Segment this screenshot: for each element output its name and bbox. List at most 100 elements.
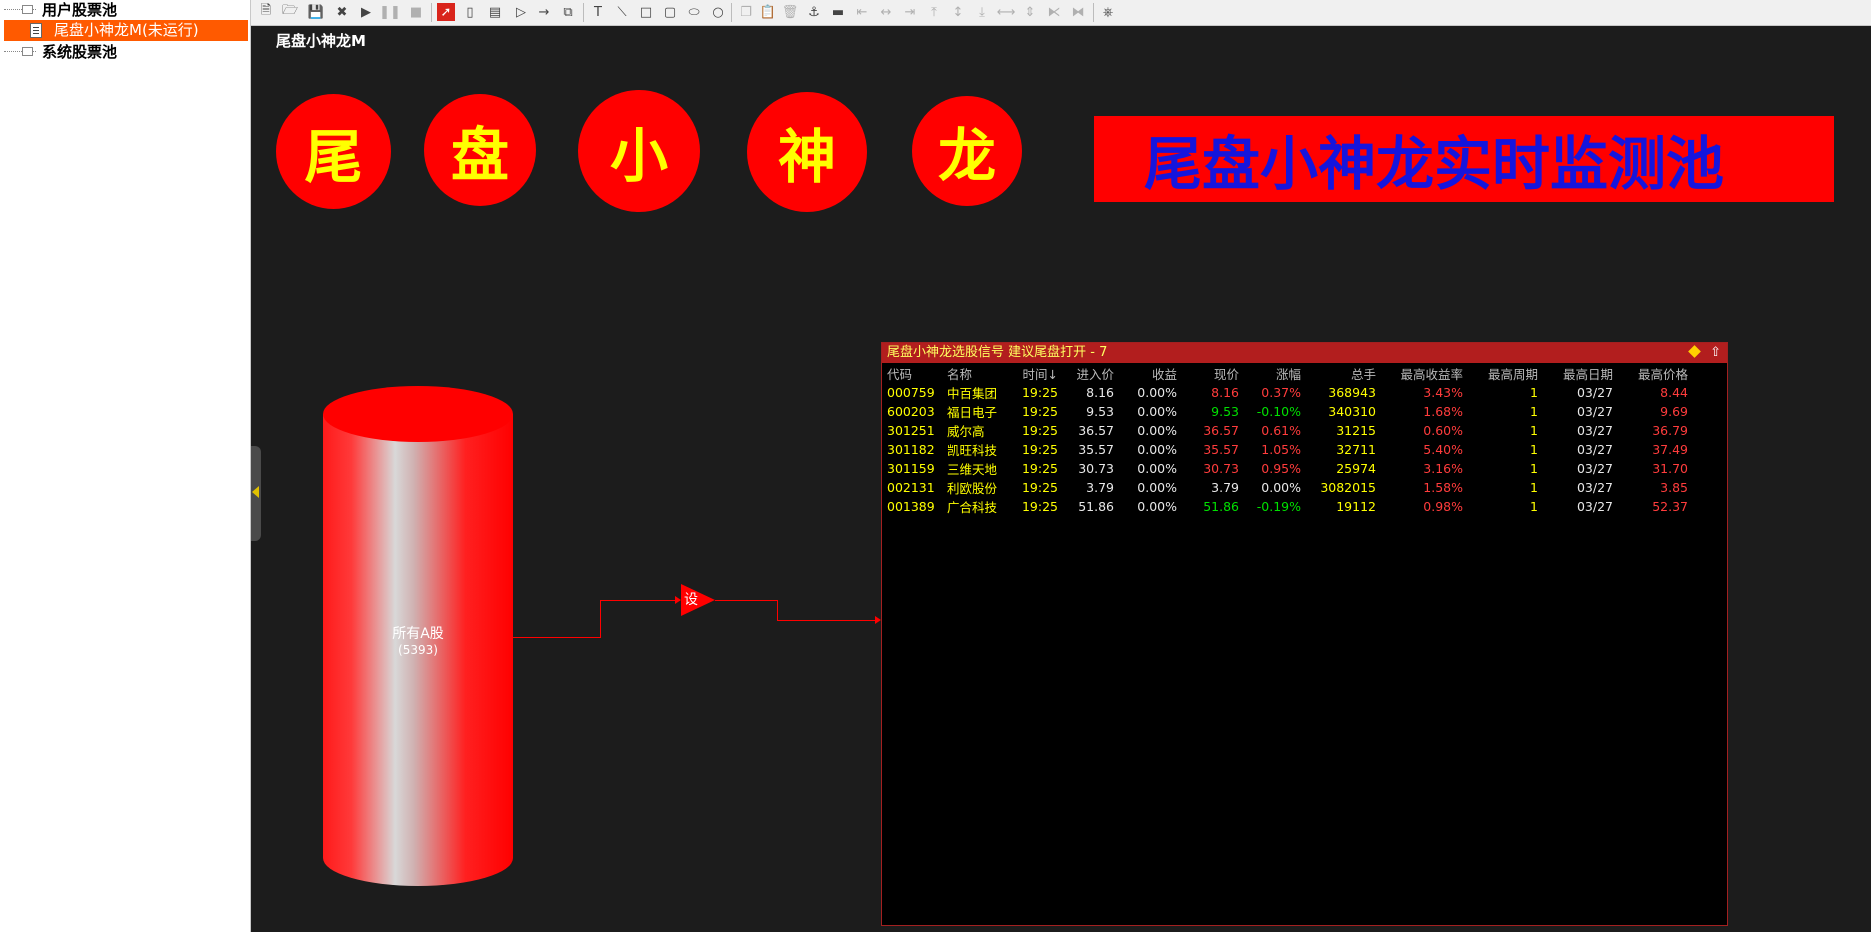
col-header-change[interactable]: 涨幅	[1239, 364, 1301, 383]
line-tool-icon[interactable]: ⟍	[613, 3, 631, 21]
same-width-icon[interactable]: ⟷	[997, 3, 1016, 21]
all-a-shares-cylinder[interactable]: 所有A股 (5393)	[323, 386, 513, 886]
tree-node-user-pool[interactable]: 用户股票池	[0, 0, 250, 20]
fill-icon[interactable]: ⚓	[805, 3, 823, 21]
col-header-max-date[interactable]: 最高日期	[1538, 364, 1613, 383]
table-row[interactable]: 002131 利欧股份 19:25 3.79 0.00% 3.79 0.00% 3082015…	[882, 478, 1688, 497]
align-center-icon[interactable]: ↔	[877, 3, 895, 21]
round-rect-tool-icon[interactable]: ▢	[661, 3, 679, 21]
table-row[interactable]: 301182 凯旺科技 19:25 35.57 0.00% 35.57 1.05% 32711…	[882, 440, 1688, 459]
cell-max-period: 1	[1530, 385, 1538, 400]
col-header-max-period[interactable]: 最高周期	[1463, 364, 1538, 383]
cell-gain: 0.00%	[1137, 442, 1177, 457]
cell-max-period: 1	[1530, 404, 1538, 419]
cell-change: 0.37%	[1261, 385, 1301, 400]
col-header-max-price[interactable]: 最高价格	[1613, 364, 1688, 383]
paste-icon[interactable]: 📋	[759, 3, 777, 21]
cell-price: 8.16	[1211, 385, 1239, 400]
collapse-panel-handle[interactable]	[251, 446, 261, 541]
cell-change: -0.19%	[1256, 499, 1301, 514]
close-icon[interactable]: ✖	[333, 3, 351, 21]
cell-max-date: 03/27	[1576, 385, 1613, 400]
connector-line	[513, 637, 601, 638]
pointer-icon[interactable]: ➚	[437, 3, 455, 21]
signal-panel[interactable]: 尾盘小神龙选股信号 建议尾盘打开 - 7 ⇧ 代码 名称 时间↓ 进入价 收益 …	[881, 342, 1728, 926]
open-folder-icon[interactable]: 🗁	[281, 3, 299, 21]
distribute-h-icon[interactable]: ⧔	[1045, 3, 1063, 21]
col-header-price[interactable]: 现价	[1177, 364, 1239, 383]
maximize-arrow-icon[interactable]: ⇧	[1710, 345, 1721, 361]
tree-node-system-pool[interactable]: 系统股票池	[0, 42, 250, 62]
cell-gain: 0.00%	[1137, 423, 1177, 438]
tree-item-selected-strategy[interactable]: 尾盘小神龙M(未运行)	[4, 20, 248, 41]
table-tool-icon[interactable]: ▤	[486, 3, 504, 21]
cell-volume: 25974	[1336, 461, 1376, 476]
copy-icon[interactable]: ❐	[737, 3, 755, 21]
cell-gain: 0.00%	[1137, 461, 1177, 476]
tree-label-system-pool: 系统股票池	[42, 43, 118, 61]
cell-time: 19:25	[1021, 423, 1058, 438]
group-tool-icon[interactable]: ⧉	[559, 3, 577, 21]
distribute-v-icon[interactable]: ⧓	[1069, 3, 1087, 21]
title-circle-5[interactable]: 龙	[912, 96, 1022, 206]
cell-max-price: 36.79	[1652, 423, 1688, 438]
monitor-pool-banner[interactable]: 尾盘小神龙实时监测池	[1094, 116, 1834, 202]
rounded-rect-tool-icon[interactable]: ▯	[461, 3, 479, 21]
stop-icon[interactable]: ■	[407, 3, 425, 21]
align-middle-icon[interactable]: ↕	[949, 3, 967, 21]
col-header-gain[interactable]: 收益	[1114, 364, 1177, 383]
cell-entry: 51.86	[1078, 499, 1114, 514]
pause-icon[interactable]: ❚❚	[379, 3, 401, 21]
new-file-icon[interactable]: 🗎	[257, 3, 275, 21]
cell-max-price: 9.69	[1660, 404, 1688, 419]
cylinder-title: 所有A股	[392, 626, 444, 642]
cell-volume: 31215	[1336, 423, 1376, 438]
table-row[interactable]: 001389 广合科技 19:25 51.86 0.00% 51.86 -0.19% 1911…	[882, 497, 1688, 516]
cell-max-date: 03/27	[1576, 461, 1613, 476]
tree-expander-icon[interactable]	[22, 5, 33, 14]
cell-max-rate: 1.58%	[1423, 480, 1463, 495]
cell-change: 0.61%	[1261, 423, 1301, 438]
table-row[interactable]: 301251 威尔高 19:25 36.57 0.00% 36.57 0.61% 31215 0…	[882, 421, 1688, 440]
col-header-max-rate[interactable]: 最高收益率	[1376, 364, 1463, 383]
cell-max-price: 8.44	[1660, 385, 1688, 400]
layout-icon[interactable]: ⎈	[1099, 3, 1117, 21]
delete-icon[interactable]: 🗑	[781, 3, 799, 21]
title-circle-1[interactable]: 尾	[276, 94, 391, 209]
tree-expander-icon[interactable]	[22, 47, 33, 56]
table-row[interactable]: 600203 福日电子 19:25 9.53 0.00% 9.53 -0.10% 340310…	[882, 402, 1688, 421]
cell-max-period: 1	[1530, 442, 1538, 457]
pin-icon[interactable]	[1688, 345, 1701, 358]
play-tool-icon[interactable]: ▷	[512, 3, 530, 21]
strategy-canvas[interactable]: 尾盘小神龙M 尾 盘 小 神 龙 尾盘小神龙实时监测池 所有A股 (5393) …	[251, 26, 1871, 932]
title-circle-2[interactable]: 盘	[424, 94, 536, 206]
table-row[interactable]: 000759 中百集团 19:25 8.16 0.00% 8.16 0.37% 368943 3…	[882, 383, 1688, 402]
align-bottom-icon[interactable]: ⤓	[973, 3, 991, 21]
col-header-time[interactable]: 时间↓	[1002, 364, 1058, 383]
text-tool-icon[interactable]: T	[589, 3, 607, 21]
signal-panel-header[interactable]: 尾盘小神龙选股信号 建议尾盘打开 - 7 ⇧	[882, 343, 1727, 363]
cell-max-date: 03/27	[1576, 423, 1613, 438]
arrow-tool-icon[interactable]: →	[535, 3, 553, 21]
align-top-icon[interactable]: ⤒	[925, 3, 943, 21]
align-right-icon[interactable]: ⇥	[901, 3, 919, 21]
col-header-volume[interactable]: 总手	[1301, 364, 1376, 383]
same-height-icon[interactable]: ⇕	[1021, 3, 1039, 21]
rect-tool-icon[interactable]: □	[637, 3, 655, 21]
connector-line	[715, 600, 778, 601]
col-header-entry-price[interactable]: 进入价	[1058, 364, 1114, 383]
table-row[interactable]: 301159 三维天地 19:25 30.73 0.00% 30.73 0.95% 25974…	[882, 459, 1688, 478]
align-left-icon[interactable]: ⇤	[853, 3, 871, 21]
col-header-name[interactable]: 名称	[942, 364, 1002, 383]
save-icon[interactable]: 💾	[307, 3, 325, 21]
circle-tool-icon[interactable]: ○	[709, 3, 727, 21]
run-icon[interactable]: ▶	[357, 3, 375, 21]
col-header-code[interactable]: 代码	[882, 364, 942, 383]
cell-code: 301251	[887, 423, 935, 438]
title-circle-4[interactable]: 神	[747, 92, 867, 212]
cell-change: 0.00%	[1261, 480, 1301, 495]
tree-label-user-pool: 用户股票池	[42, 1, 118, 19]
ellipse-tool-icon[interactable]: ⬭	[685, 3, 703, 21]
title-circle-3[interactable]: 小	[578, 90, 700, 212]
line-style-icon[interactable]: ▬	[829, 3, 847, 21]
